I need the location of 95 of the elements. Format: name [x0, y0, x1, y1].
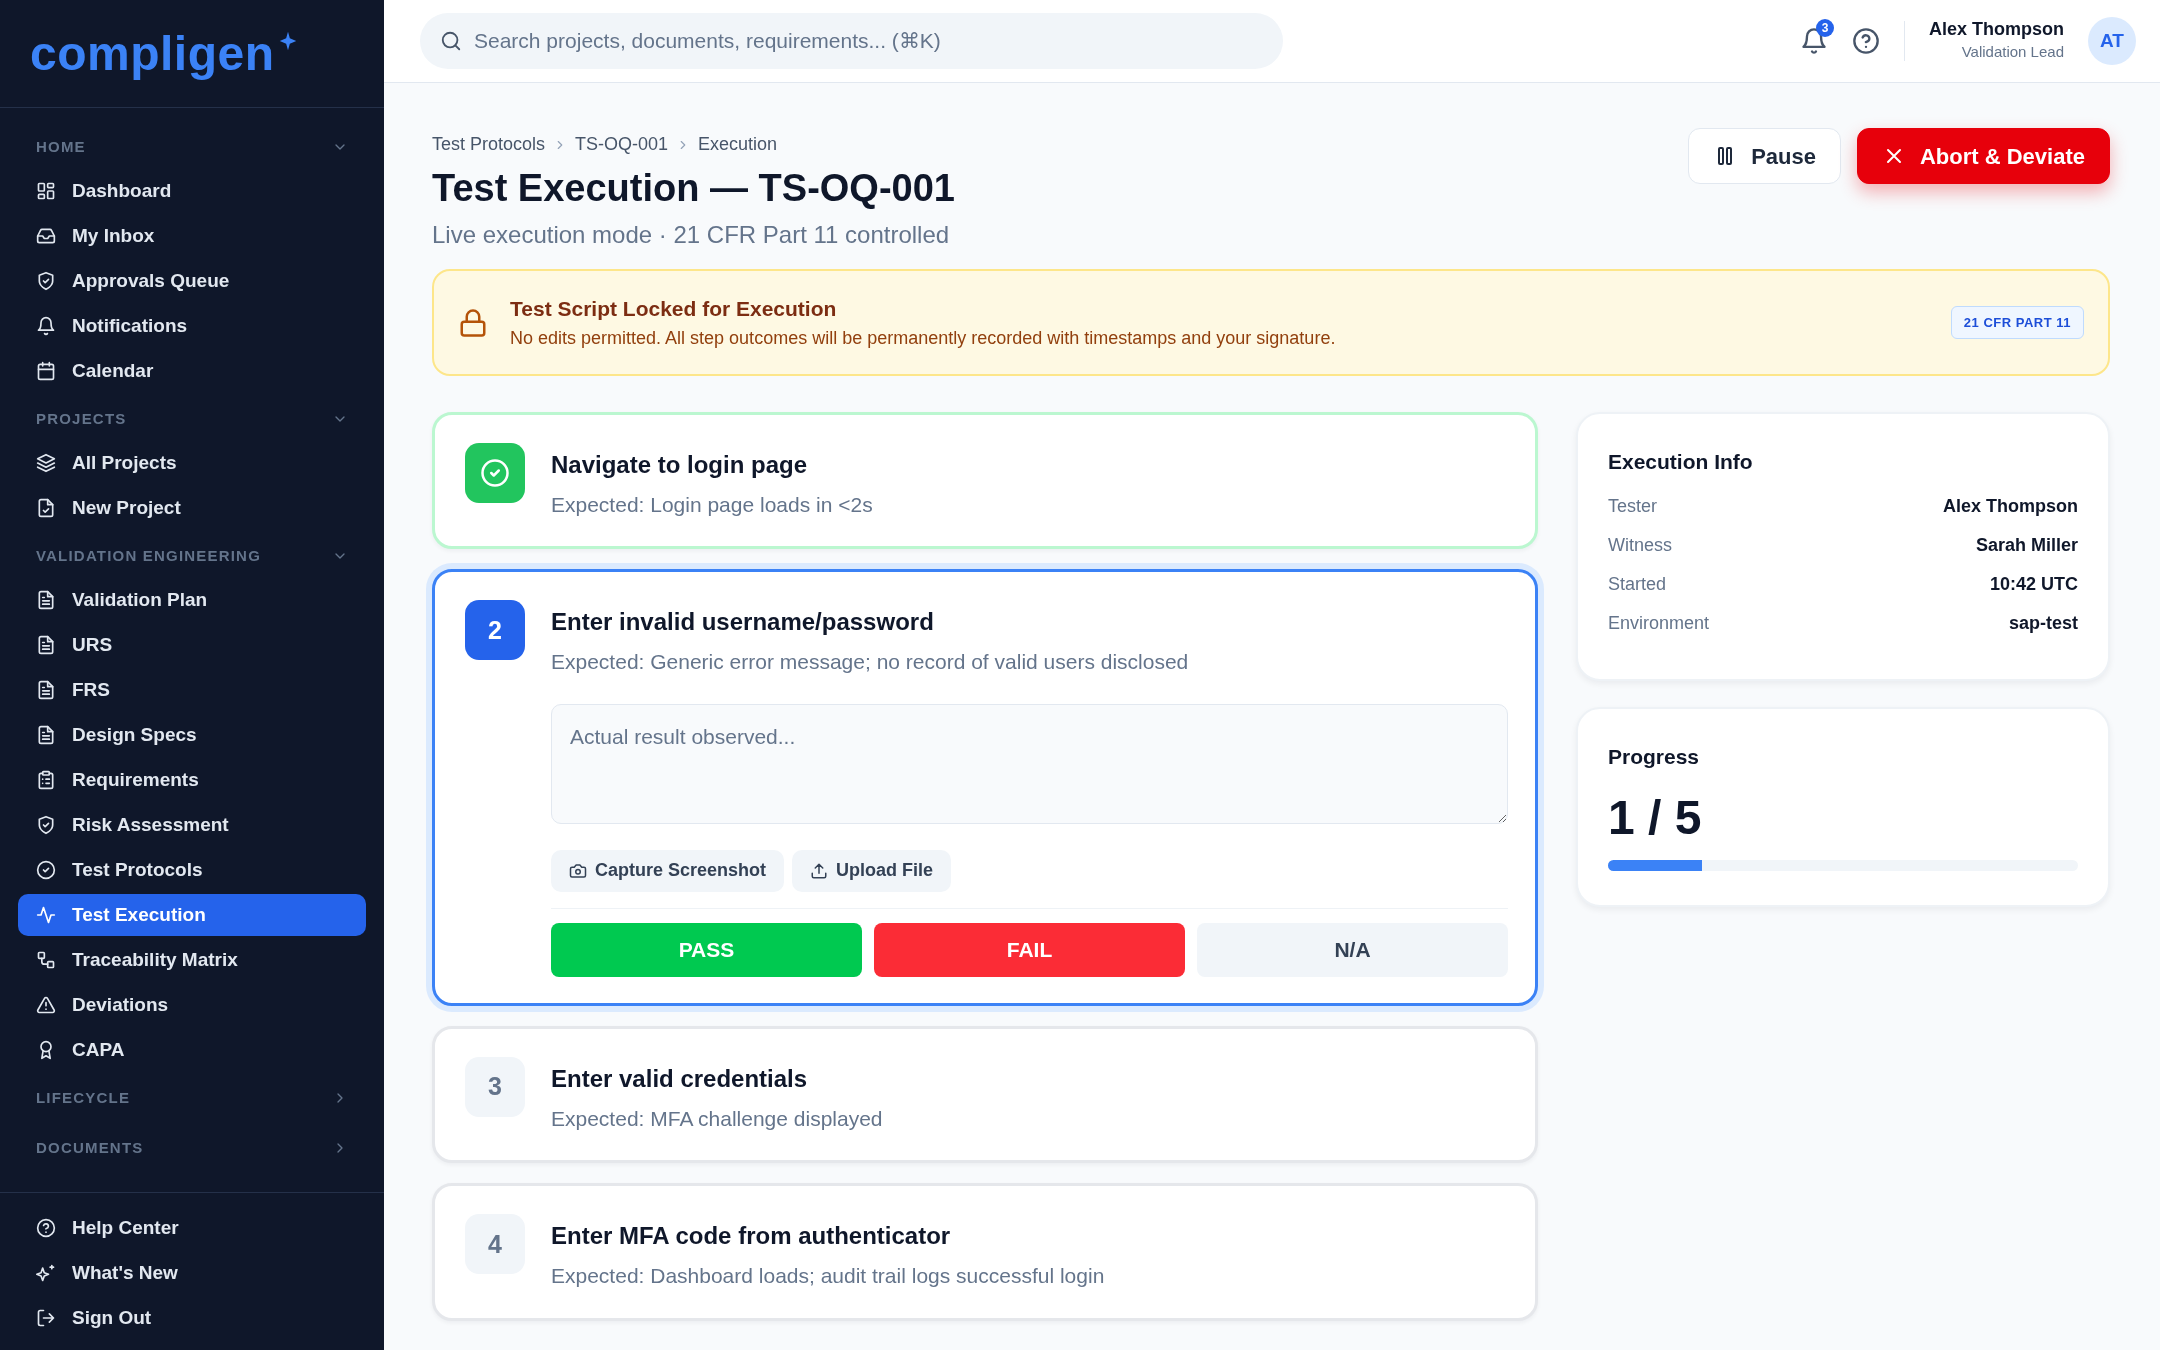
- help-icon: [36, 1218, 56, 1238]
- sidebar-item[interactable]: URS: [18, 624, 366, 666]
- sidebar-item[interactable]: Test Protocols: [18, 849, 366, 891]
- sidebar-item[interactable]: Notifications: [18, 305, 366, 347]
- alert-message: No edits permitted. All step outcomes will be permanently recorded with timestamps and your signature.: [510, 326, 1337, 350]
- check-circle-icon: [480, 457, 510, 488]
- inbox-icon: [36, 226, 56, 246]
- sidebar-item[interactable]: All Projects: [18, 442, 366, 484]
- sidebar-item[interactable]: Help Center: [18, 1207, 366, 1249]
- sidebar-item[interactable]: Traceability Matrix: [18, 939, 366, 981]
- fail-button[interactable]: FAIL: [874, 922, 1185, 977]
- user-role: Validation Lead: [1960, 41, 2064, 62]
- calendar-icon: [36, 361, 56, 381]
- card-title: Progress: [1608, 744, 1701, 771]
- avatar[interactable]: AT: [2088, 17, 2136, 65]
- page-title: Test Execution — TS-OQ-001: [432, 166, 955, 211]
- sidebar-item[interactable]: Risk Assessment: [18, 804, 366, 846]
- step-expected: Expected: Login page loads in <2s: [551, 491, 874, 518]
- file-check-icon: [36, 498, 56, 518]
- camera-icon: [569, 861, 587, 880]
- user-name: Alex Thompson: [1929, 18, 2064, 41]
- sidebar-item[interactable]: New Project: [18, 487, 366, 529]
- section-label: HOME: [36, 136, 86, 157]
- pause-button[interactable]: Pause: [1688, 128, 1841, 184]
- abort-button[interactable]: Abort & Deviate: [1856, 128, 2110, 184]
- sidebar-item[interactable]: Dashboard: [18, 170, 366, 212]
- help-button[interactable]: [1852, 27, 1880, 55]
- document-icon: [36, 680, 56, 700]
- logo: compligen: [30, 29, 275, 78]
- upload-button[interactable]: Upload File: [792, 849, 952, 892]
- sidebar-item[interactable]: My Inbox: [18, 215, 366, 257]
- document-icon: [36, 590, 56, 610]
- section-label: PROJECTS: [36, 408, 127, 429]
- page-subtitle: Live execution mode · 21 CFR Part 11 controlled: [432, 220, 951, 251]
- lock-icon: [458, 307, 488, 338]
- document-icon: [36, 635, 56, 655]
- help-icon: [1852, 27, 1880, 55]
- grid-icon: [36, 181, 56, 201]
- screenshot-button[interactable]: Capture Screenshot: [551, 849, 785, 892]
- layers-icon: [36, 453, 56, 473]
- breadcrumb-link[interactable]: Execution: [698, 131, 778, 158]
- document-icon: [36, 725, 56, 745]
- info-label: Environment: [1608, 612, 1710, 636]
- nodes-icon: [36, 950, 56, 970]
- upload-icon: [810, 861, 829, 880]
- step-title: Navigate to login page: [551, 449, 809, 480]
- section-label: LIFECYCLE: [36, 1087, 131, 1108]
- info-value: 10:42 UTC: [1989, 573, 2078, 597]
- step-number: 3: [465, 1056, 525, 1117]
- step-title: Enter valid credentials: [551, 1063, 809, 1094]
- section-label: VALIDATION ENGINEERING: [36, 545, 262, 566]
- info-label: Witness: [1608, 534, 1672, 558]
- sidebar-item[interactable]: Design Specs: [18, 714, 366, 756]
- step-number: 2: [465, 600, 525, 661]
- search-field[interactable]: Search projects, documents, requirements... (⌘K): [420, 13, 1283, 69]
- step-expected: Expected: Dashboard loads; audit trail logs successful login: [551, 1263, 1106, 1290]
- pulse-icon: [36, 905, 56, 925]
- sidebar-item[interactable]: FRS: [18, 669, 366, 711]
- sidebar-item[interactable]: Sign Out: [18, 1297, 366, 1339]
- info-value: sap-test: [2008, 612, 2078, 636]
- breadcrumb-link[interactable]: Test Protocols: [432, 131, 546, 158]
- sparkles-icon: [36, 1263, 56, 1283]
- na-button[interactable]: N/A: [1197, 922, 1508, 977]
- step-title: Enter invalid username/password: [551, 607, 935, 638]
- info-value: Alex Thompson: [1943, 495, 2078, 519]
- progress-count: 1 / 5: [1608, 789, 1703, 846]
- breadcrumb-link[interactable]: TS-OQ-001: [575, 131, 669, 158]
- sidebar-item[interactable]: What's New: [18, 1252, 366, 1294]
- info-label: Tester: [1608, 495, 1658, 519]
- sidebar-item[interactable]: Requirements: [18, 759, 366, 801]
- sign-out-icon: [36, 1308, 56, 1328]
- card-title: Execution Info: [1608, 448, 1754, 475]
- bell-icon: [36, 316, 56, 336]
- step-title: Enter MFA code from authenticator: [551, 1221, 952, 1252]
- step-expected: Expected: Generic error message; no record of valid users disclosed: [551, 649, 1190, 676]
- sidebar-item[interactable]: Deviations: [18, 984, 366, 1026]
- sidebar-item[interactable]: Approvals Queue: [18, 260, 366, 302]
- step-number: 4: [465, 1214, 525, 1275]
- step-expected: Expected: MFA challenge displayed: [551, 1105, 884, 1132]
- shield-icon: [36, 815, 56, 835]
- result-field[interactable]: Actual result observed...: [551, 703, 1508, 824]
- section-label: DOCUMENTS: [36, 1137, 144, 1158]
- sidebar-item[interactable]: Calendar: [18, 350, 366, 392]
- info-label: Started: [1608, 573, 1667, 597]
- clipboard-icon: [36, 770, 56, 790]
- sidebar-item[interactable]: Validation Plan: [18, 579, 366, 621]
- sidebar-item[interactable]: CAPA: [18, 1029, 366, 1071]
- compliance-tag: 21 CFR PART 11: [1950, 305, 2084, 340]
- alert-title: Test Script Locked for Execution: [510, 296, 838, 323]
- warning-icon: [36, 995, 56, 1015]
- info-value: Sarah Miller: [1975, 534, 2078, 558]
- check-circle-icon: [36, 860, 56, 880]
- shield-icon: [36, 271, 56, 291]
- notification-count: 3: [1816, 19, 1834, 37]
- sidebar-item[interactable]: Test Execution: [18, 894, 366, 936]
